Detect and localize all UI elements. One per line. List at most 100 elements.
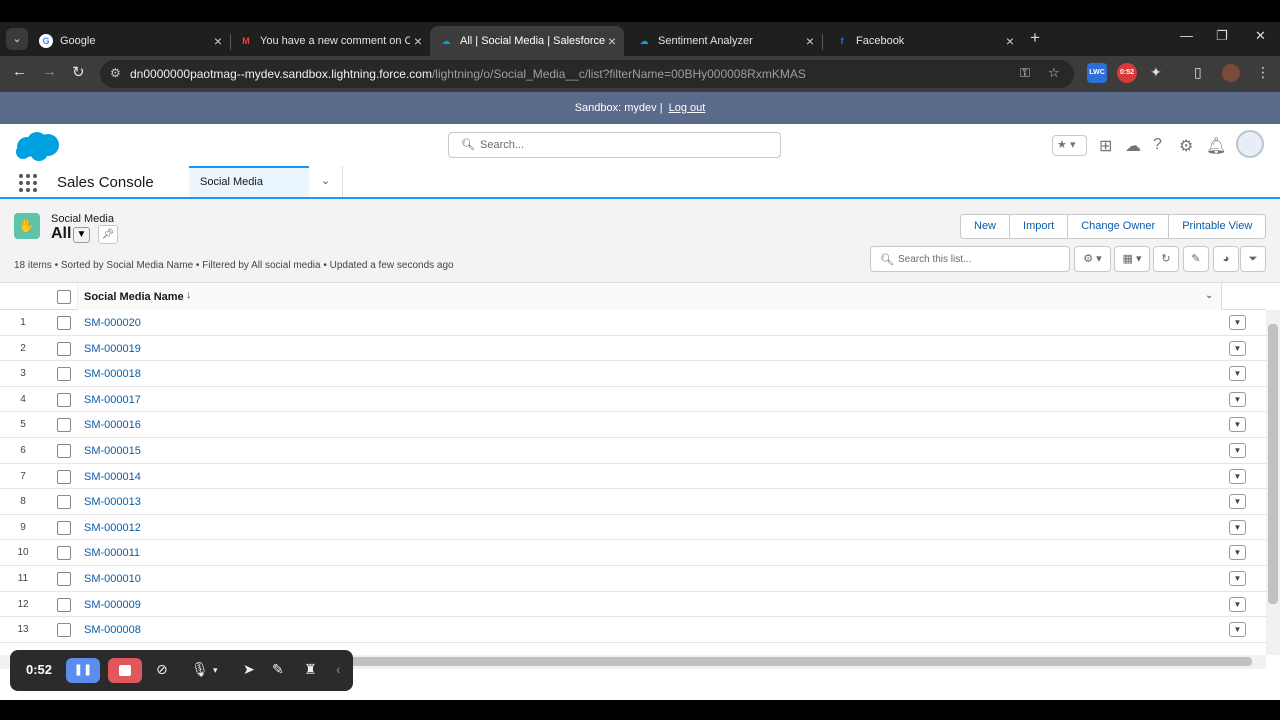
table-row[interactable]: 2 SM-000019 ▼ xyxy=(0,336,1266,362)
display-as-table-icon[interactable]: ▦ ▾ xyxy=(1114,246,1150,272)
record-link[interactable]: SM-000018 xyxy=(84,368,141,380)
reload-icon[interactable]: ↻ xyxy=(72,63,85,81)
record-link[interactable]: SM-000015 xyxy=(84,445,141,457)
back-icon[interactable]: ← xyxy=(12,63,27,80)
printable-view-button[interactable]: Printable View xyxy=(1168,215,1265,238)
nav-menu-chevron-icon[interactable]: ⌄ xyxy=(309,166,343,197)
key-icon[interactable]: ⚿ xyxy=(1020,65,1030,81)
browser-menu-icon[interactable]: ⋮ xyxy=(1256,64,1270,81)
row-actions-dropdown-icon[interactable]: ▼ xyxy=(1229,366,1246,382)
setup-gear-icon[interactable]: ⚙ xyxy=(1179,136,1193,156)
tab-search-button[interactable]: ⌄ xyxy=(6,28,28,50)
tab-sentiment-analyzer[interactable]: ☁ Sentiment Analyzer × xyxy=(628,26,822,56)
row-actions-dropdown-icon[interactable]: ▼ xyxy=(1229,596,1246,612)
row-actions-dropdown-icon[interactable]: ▼ xyxy=(1229,443,1246,458)
row-actions-dropdown-icon[interactable]: ▼ xyxy=(1229,391,1246,407)
tab-close-icon[interactable]: × xyxy=(806,26,814,56)
favorites-button[interactable]: ★ ▾ xyxy=(1052,135,1087,156)
logout-link[interactable]: Log out xyxy=(669,102,706,114)
vertical-scrollbar-thumb[interactable] xyxy=(1268,324,1278,604)
refresh-icon[interactable]: ↻ xyxy=(1153,246,1179,272)
tab-google[interactable]: G Google × xyxy=(30,26,230,56)
row-actions-dropdown-icon[interactable]: ▼ xyxy=(1229,468,1246,484)
pen-icon[interactable]: ✎ xyxy=(272,661,284,678)
row-actions-dropdown-icon[interactable]: ▼ xyxy=(1229,340,1246,356)
edit-pencil-icon[interactable]: ✎ xyxy=(1183,246,1209,272)
row-checkbox[interactable] xyxy=(57,520,71,535)
record-link[interactable]: SM-000011 xyxy=(84,547,140,559)
table-row[interactable]: 7 SM-000014 ▼ xyxy=(0,464,1266,490)
list-controls-gear-icon[interactable]: ⚙ ▾ xyxy=(1074,246,1111,272)
record-link[interactable]: SM-000010 xyxy=(84,573,141,585)
change-owner-button[interactable]: Change Owner xyxy=(1067,215,1168,238)
row-checkbox[interactable] xyxy=(57,469,71,484)
select-all-checkbox[interactable] xyxy=(57,290,71,304)
forward-icon[interactable]: → xyxy=(42,63,57,80)
list-view-name[interactable]: All xyxy=(51,225,71,243)
record-link[interactable]: SM-000008 xyxy=(84,624,141,636)
table-row[interactable]: 9 SM-000012 ▼ xyxy=(0,515,1266,541)
lwc-extension-icon[interactable]: LWC xyxy=(1087,63,1107,83)
help-icon[interactable]: ? xyxy=(1153,136,1162,154)
row-checkbox[interactable] xyxy=(57,495,71,510)
microphone-icon[interactable]: 🎙︎ xyxy=(191,661,209,678)
row-actions-dropdown-icon[interactable]: ▼ xyxy=(1229,494,1246,510)
collapse-chevron-icon[interactable]: ‹ xyxy=(336,661,341,677)
tab-close-icon[interactable]: × xyxy=(1006,26,1014,56)
record-link[interactable]: SM-000017 xyxy=(84,394,141,406)
user-avatar[interactable] xyxy=(1236,130,1264,158)
vertical-scrollbar[interactable] xyxy=(1266,310,1280,655)
row-checkbox[interactable] xyxy=(57,392,71,407)
cursor-icon[interactable]: ➤ xyxy=(243,661,255,678)
table-row[interactable]: 13 SM-000008 ▼ xyxy=(0,617,1266,643)
row-actions-dropdown-icon[interactable]: ▼ xyxy=(1229,571,1246,586)
tab-close-icon[interactable]: × xyxy=(414,26,422,56)
tab-close-icon[interactable]: × xyxy=(608,26,616,56)
notifications-bell-icon[interactable]: 🔔︎ xyxy=(1206,136,1226,156)
row-checkbox[interactable] xyxy=(57,546,71,561)
row-checkbox[interactable] xyxy=(57,623,71,638)
tab-facebook[interactable]: f Facebook × xyxy=(826,26,1022,56)
table-row[interactable]: 1 SM-000020 ▼ xyxy=(0,310,1266,336)
record-link[interactable]: SM-000009 xyxy=(84,599,141,611)
record-link[interactable]: SM-000019 xyxy=(84,343,141,355)
global-create-icon[interactable]: ⊞ xyxy=(1099,136,1112,156)
new-tab-button[interactable]: + xyxy=(1030,28,1040,48)
list-search-input[interactable]: 🔍︎ Search this list... xyxy=(870,246,1070,272)
list-view-dropdown-icon[interactable]: ▼ xyxy=(73,227,90,243)
pause-button[interactable]: ❚❚ xyxy=(66,658,100,683)
salesforce-logo-icon[interactable] xyxy=(13,130,61,162)
profile-avatar[interactable] xyxy=(1222,64,1240,82)
site-info-icon[interactable]: ⚙ xyxy=(110,66,121,80)
mic-options-chevron-icon[interactable]: ▾ xyxy=(213,665,218,676)
row-checkbox[interactable] xyxy=(57,444,71,458)
import-button[interactable]: Import xyxy=(1009,215,1067,238)
tab-close-icon[interactable]: × xyxy=(214,26,222,56)
eraser-icon[interactable]: ♜ xyxy=(304,661,317,678)
charts-icon[interactable]: ◕ xyxy=(1213,246,1239,272)
row-checkbox[interactable] xyxy=(57,367,71,382)
column-menu-chevron-icon[interactable]: ⌄ xyxy=(1205,290,1213,301)
recorder-extension-icon[interactable]: 0:52 xyxy=(1117,63,1137,83)
row-checkbox[interactable] xyxy=(57,316,71,330)
close-window-icon[interactable]: ✕ xyxy=(1255,28,1266,44)
record-link[interactable]: SM-000016 xyxy=(84,419,141,431)
row-checkbox[interactable] xyxy=(57,341,71,356)
record-link[interactable]: SM-000020 xyxy=(84,317,141,329)
stop-button[interactable] xyxy=(108,658,142,683)
row-actions-dropdown-icon[interactable]: ▼ xyxy=(1229,545,1246,561)
row-actions-dropdown-icon[interactable]: ▼ xyxy=(1229,315,1246,330)
table-row[interactable]: 12 SM-000009 ▼ xyxy=(0,592,1266,618)
trailhead-icon[interactable]: ☁ xyxy=(1125,136,1141,156)
restore-icon[interactable]: ❐ xyxy=(1216,28,1228,44)
global-search-input[interactable]: 🔍︎ Search... xyxy=(448,132,781,158)
record-link[interactable]: SM-000014 xyxy=(84,471,141,483)
row-checkbox[interactable] xyxy=(57,418,71,433)
table-row[interactable]: 8 SM-000013 ▼ xyxy=(0,489,1266,515)
bookmark-star-icon[interactable]: ☆ xyxy=(1048,65,1060,81)
column-header-cell[interactable] xyxy=(77,283,1222,310)
table-row[interactable]: 6 SM-000015 ▼ xyxy=(0,438,1266,464)
row-checkbox[interactable] xyxy=(57,572,71,586)
row-actions-dropdown-icon[interactable]: ▼ xyxy=(1229,622,1246,638)
row-actions-dropdown-icon[interactable]: ▼ xyxy=(1229,519,1246,535)
